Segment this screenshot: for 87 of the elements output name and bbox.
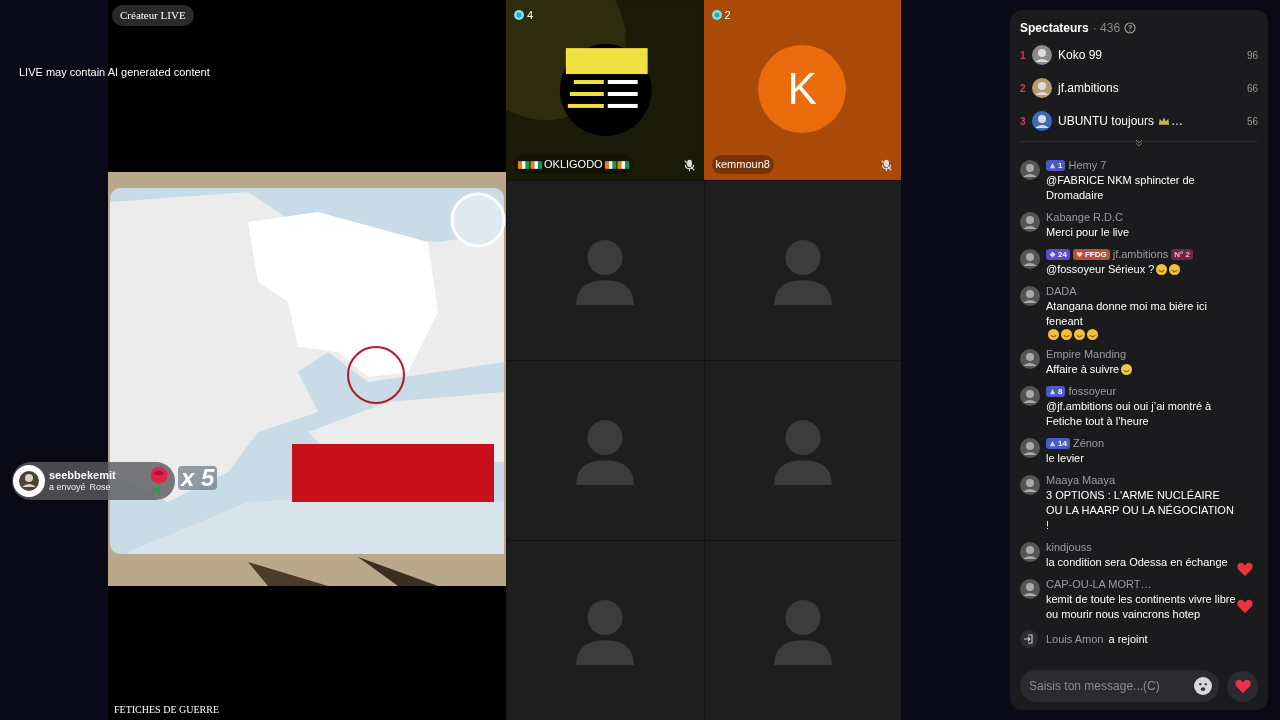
enter-icon <box>1020 630 1038 648</box>
rank-badge: N° 2 <box>1171 249 1193 260</box>
viewer-row[interactable]: 1 Koko 99 96 <box>1020 45 1258 65</box>
expand-icon <box>1135 139 1143 147</box>
badge-icon <box>1075 251 1083 258</box>
chat-message: Affaire à suivre <box>1046 362 1120 377</box>
heart-icon <box>1233 678 1252 694</box>
chat-message: @jf.ambitions oui oui j’ai montré à Fetiche tout à l’heure <box>1046 399 1213 429</box>
emoji-icon <box>1074 329 1085 340</box>
badge-icon <box>1049 251 1056 258</box>
chat-message: la condition sera Odessa en échange <box>1046 555 1228 570</box>
chat-username: CAP-OU-LA MORT… <box>1046 577 1152 593</box>
chat-username: Maaya Maaya <box>1046 473 1116 489</box>
guest-count: 2 <box>724 8 731 23</box>
viewer-name: Koko 99 <box>1058 47 1103 64</box>
chat-message: 3 OPTIONS : L'ARME NUCLÉAIRE OU LA HAARP OU LA NÉGOCIATION ! <box>1046 488 1235 533</box>
badge-icon <box>1049 440 1056 447</box>
user-badge: 8 <box>1046 386 1066 397</box>
chat-username: jf.ambitions <box>1112 247 1169 263</box>
viewer-name: jf.ambitions <box>1058 80 1119 97</box>
chat-username: DADA <box>1046 284 1077 300</box>
viewer-rank: 1 <box>1020 48 1027 63</box>
emoji-icon <box>1061 329 1072 340</box>
join-text: a rejoint <box>1108 631 1148 647</box>
avatar-icon <box>1020 249 1040 269</box>
avatar-icon <box>1020 579 1040 599</box>
chat-message: @fossoyeur Sérieux ? <box>1046 262 1155 277</box>
user-badge: 1 <box>1046 160 1066 171</box>
badge-icon <box>1049 388 1056 395</box>
chat-username: fossoyeur <box>1068 384 1117 400</box>
viewer-score: 56 <box>1246 114 1258 129</box>
message-field[interactable]: Saisis ton message...(C) <box>1020 670 1219 702</box>
chat-username: Kabange R.D.C <box>1046 210 1124 226</box>
user-badge: FFDG <box>1072 249 1110 260</box>
emoji-icon <box>1048 329 1059 340</box>
badge-icon <box>1049 162 1056 169</box>
gift-action: a envoyé <box>49 482 86 494</box>
emoji-icon <box>1169 264 1181 275</box>
guest-name: kemmoun8 <box>715 157 770 173</box>
viewer-score: 66 <box>1246 81 1258 96</box>
user-badge: 14 <box>1046 438 1070 449</box>
chat-username: Empire Manding <box>1046 347 1127 363</box>
user-badge: 24 <box>1046 249 1070 260</box>
gift-name: Rose <box>89 482 111 494</box>
emoji-icon <box>1194 677 1212 695</box>
viewer-rank: 3 <box>1020 114 1027 129</box>
avatar-icon <box>13 465 45 497</box>
help-icon <box>1124 22 1137 34</box>
viewer-row[interactable]: 2 jf.ambitions 66 <box>1020 78 1258 98</box>
chat-message: Merci pour le live <box>1046 225 1130 240</box>
avatar-icon <box>1032 78 1052 98</box>
chat-message: le levier <box>1046 451 1084 466</box>
viewers-title: Spectateurs <box>1020 20 1089 37</box>
avatar-icon <box>1020 212 1040 232</box>
ai-notice: LIVE may contain AI generated content <box>19 65 210 80</box>
avatar-initial: K <box>758 45 847 133</box>
emoji-icon <box>1087 329 1098 340</box>
chat-username: kindjouss <box>1046 540 1092 556</box>
avatar-icon <box>1020 475 1040 495</box>
viewer-name: UBUNTU toujours <box>1058 113 1155 130</box>
viewer-score: 96 <box>1246 48 1258 63</box>
viewer-row[interactable]: 3 UBUNTU toujours … 56 <box>1020 111 1258 131</box>
chat-username: Zénon <box>1072 436 1105 452</box>
avatar-icon <box>1020 542 1040 562</box>
avatar-icon <box>1020 386 1040 406</box>
creator-badge: Créateur LIVE <box>112 5 194 26</box>
avatar-icon <box>1020 286 1040 306</box>
avatar-icon <box>1020 160 1040 180</box>
viewer-icon <box>711 10 722 21</box>
avatar-icon <box>1032 45 1052 65</box>
emoji-icon <box>1121 364 1133 375</box>
stream-caption: FETICHES DE GUERRE <box>114 703 219 717</box>
emoji-icon <box>1156 264 1168 275</box>
chat-username: Hemy 7 <box>1068 158 1107 174</box>
avatar-icon <box>1020 349 1040 369</box>
chat-message: @FABRICE NKM sphincter de Dromadaire <box>1046 173 1196 203</box>
like-button[interactable] <box>1227 670 1258 702</box>
gift-sender: seebbekemit <box>49 468 116 483</box>
gift-count: x 5 <box>178 466 218 490</box>
viewer-rank: 2 <box>1020 81 1027 96</box>
avatar-icon <box>1032 111 1052 131</box>
chat-message: Atangana donne moi ma bière ici feneant <box>1046 299 1208 329</box>
chat-message: kemit de toute les continents vivre libre ou mourir nous vaincrons hotep <box>1046 592 1237 622</box>
ellipsis: … <box>1171 113 1184 130</box>
join-username: Louis Amon <box>1046 631 1104 647</box>
viewer-count: · 436 <box>1092 20 1121 37</box>
avatar-icon <box>1020 438 1040 458</box>
